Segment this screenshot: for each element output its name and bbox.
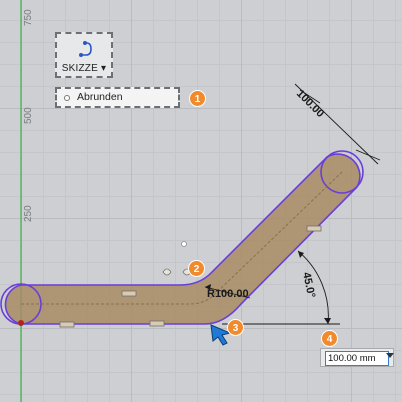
fillet-icon [64, 95, 70, 101]
fillet-menu-label: Abrunden [77, 91, 123, 103]
tangent-constraint-icon [162, 268, 172, 276]
constraint-glyph [59, 321, 75, 328]
sketch-canvas[interactable]: 750 500 250 100.00 R100.00 45.0° SKIZZE … [0, 0, 402, 402]
angle-arrowhead [298, 251, 304, 258]
sketch-button-label: SKIZZE ▾ [61, 63, 107, 74]
constraint-glyph [306, 225, 322, 232]
dimension-value-input[interactable] [325, 351, 389, 366]
constraint-glyph [121, 290, 137, 297]
step-callout-2: 2 [188, 260, 205, 277]
fillet-menu-item[interactable]: Abrunden [55, 87, 180, 108]
origin-point [18, 320, 24, 326]
step-callout-1: 1 [189, 90, 206, 107]
constraint-glyph [149, 320, 165, 327]
angle-arrowhead [324, 318, 331, 324]
sketch-point [181, 241, 187, 247]
radius-dimension-label[interactable]: R100.00 [207, 288, 249, 300]
chevron-down-icon[interactable] [386, 353, 394, 358]
step-callout-3: 3 [227, 319, 244, 336]
sketch-curve-icon [79, 41, 92, 57]
sketch-toolbar-button[interactable]: SKIZZE ▾ [55, 32, 113, 78]
dimension-extension-line [355, 149, 381, 161]
length-dimension-label[interactable]: 100.00 [294, 88, 326, 120]
angle-dimension-label[interactable]: 45.0° [300, 271, 317, 299]
step-callout-4: 4 [321, 330, 338, 347]
